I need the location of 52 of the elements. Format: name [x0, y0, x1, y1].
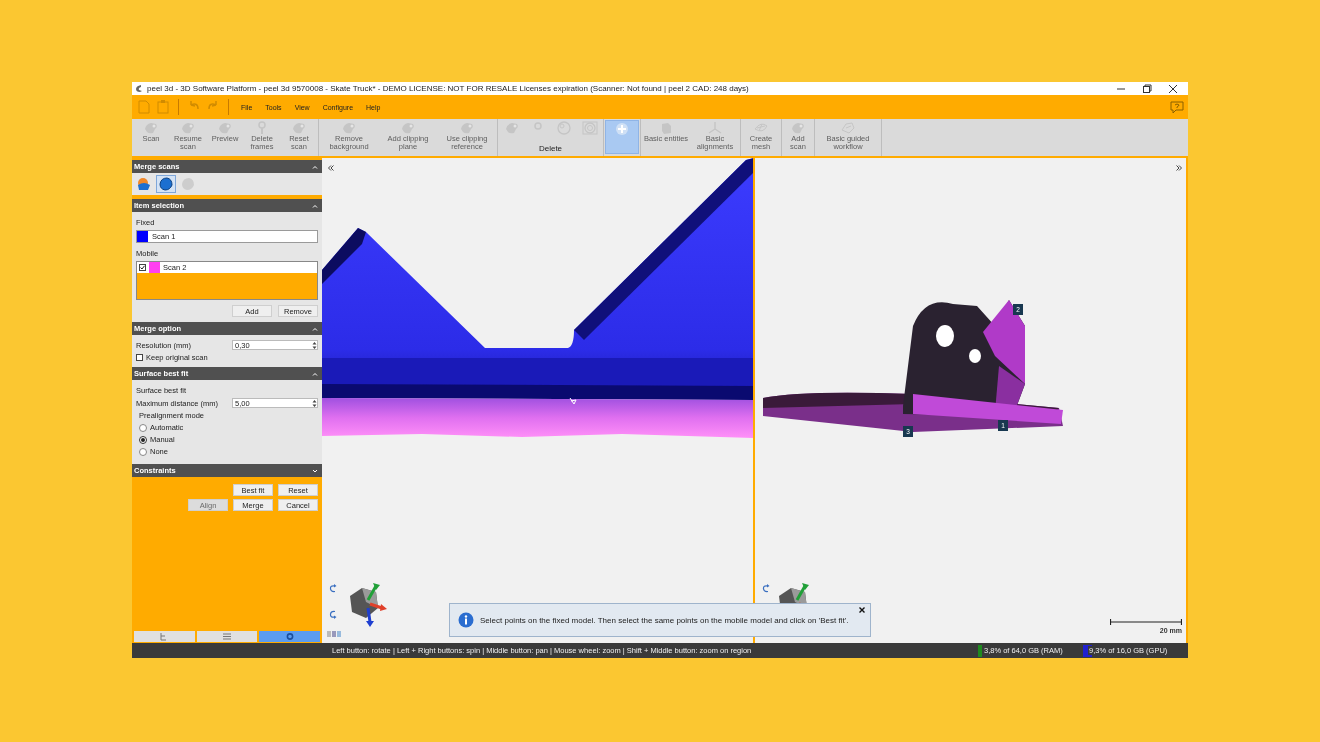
group-label: Delete: [537, 144, 564, 153]
help-icon: [1170, 100, 1184, 114]
device-icon: [217, 121, 233, 135]
restore-icon: [1142, 83, 1152, 94]
device-icon: [291, 121, 307, 135]
info-icon: [458, 612, 474, 628]
mode-button[interactable]: [156, 175, 176, 193]
checkbox[interactable]: [136, 354, 143, 361]
clipboard-icon: [155, 99, 171, 115]
rotate-icon: [762, 584, 770, 593]
spinner-icon: [312, 340, 317, 350]
chevron-up-icon: [312, 371, 318, 376]
document-icon: [136, 99, 152, 115]
radio-button[interactable]: [139, 423, 147, 432]
window-title: peel 3d - 3D Software Platform - peel 3d 9570008 - Skate Truck* - DEMO LICENSE: NOT FOR RESALE Licenses expiration (Scanner: Not found | peel 2 CAD: 248 days): [147, 84, 750, 93]
panel-tab[interactable]: [134, 631, 195, 642]
spinner-icon: [312, 398, 317, 408]
scan-blob-icon: [180, 176, 196, 192]
chevron-up-icon: [312, 326, 318, 331]
device-icon: [143, 121, 159, 135]
plus-icon: [614, 122, 630, 136]
device-icon: [503, 121, 520, 135]
chevron-up-icon: [312, 164, 318, 169]
device-icon: [459, 121, 475, 135]
scale-bar: [1110, 619, 1182, 625]
double-chevron-icon: [1176, 165, 1182, 171]
rotate-icon: [329, 610, 337, 619]
device-icon: [400, 121, 416, 135]
panel-tab[interactable]: [196, 631, 258, 642]
notice-message: Select points on the fixed model. Then select the same points on the mobile model and click on 'Best fit'.: [480, 615, 849, 625]
close-icon: [1168, 83, 1178, 94]
double-chevron-icon: [328, 165, 334, 171]
device-icon: [790, 121, 806, 135]
radio-button[interactable]: [139, 447, 147, 456]
device-icon: [341, 121, 357, 135]
toolbar-icon-button[interactable]: [605, 120, 639, 154]
gear-icon: [284, 632, 295, 641]
view-cube-icon: [327, 631, 341, 637]
checkbox[interactable]: [139, 264, 146, 271]
check-icon: [140, 265, 145, 270]
scan-blob-icon: [158, 176, 174, 192]
radio-button[interactable]: [139, 435, 147, 444]
chevron-down-icon: [312, 468, 318, 473]
close-button[interactable]: [859, 607, 865, 613]
device-icon: [180, 121, 196, 135]
chevron-up-icon: [312, 203, 318, 208]
panel-tab[interactable]: [259, 631, 320, 642]
rotate-icon: [329, 584, 337, 593]
list-icon: [222, 632, 232, 641]
scan-pair-icon: [136, 176, 152, 192]
close-icon: [859, 607, 865, 613]
peel-logo-icon: [135, 84, 143, 93]
